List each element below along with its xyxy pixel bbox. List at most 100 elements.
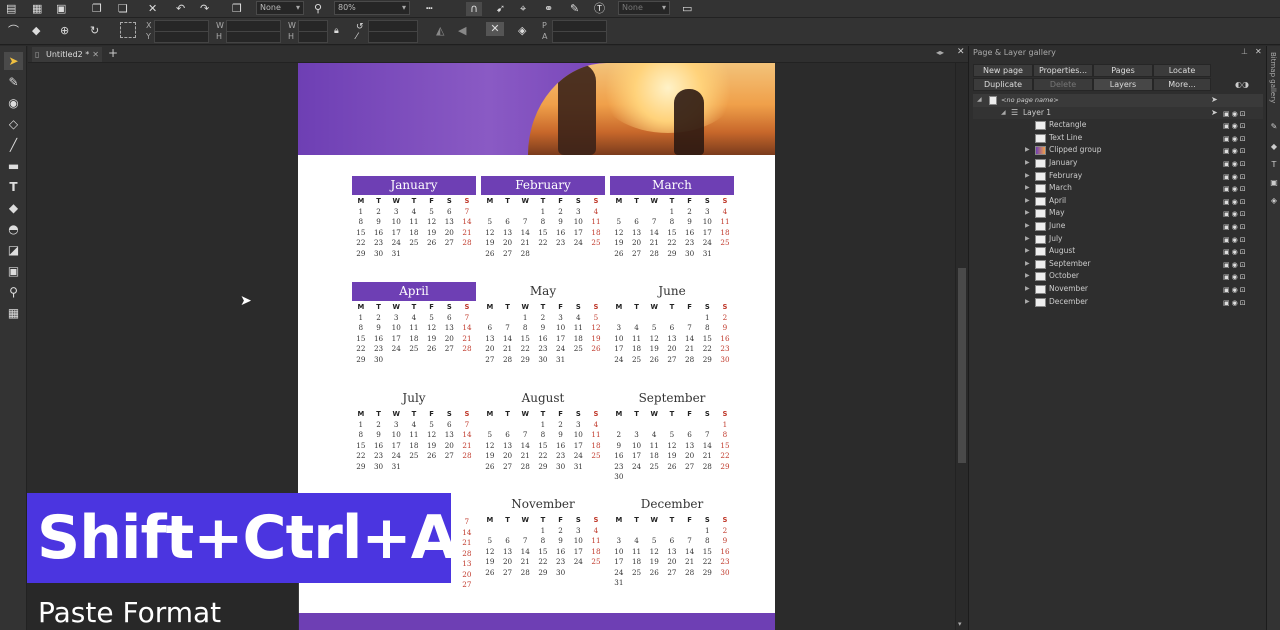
- close-panel-icon[interactable]: ✕: [1255, 47, 1262, 56]
- layer-view-icon[interactable]: ◐◑: [1235, 80, 1249, 89]
- expand-arrow-icon[interactable]: ▶: [1025, 245, 1030, 258]
- shadow-tool-icon[interactable]: ◪: [4, 241, 23, 259]
- fill-gallery-icon[interactable]: ◆: [1269, 142, 1279, 151]
- properties-button[interactable]: Properties...: [1033, 64, 1093, 77]
- new-file-icon[interactable]: ▤: [6, 2, 16, 16]
- layer-pointer-icon[interactable]: ➤: [1211, 107, 1218, 120]
- close-tab-icon[interactable]: ✕: [92, 47, 99, 62]
- zoom-combo[interactable]: 80%: [334, 1, 410, 15]
- close-document-icon[interactable]: ✕: [957, 47, 965, 57]
- layer-item[interactable]: ▶ November ▣◉⊡: [973, 283, 1263, 296]
- flip-horizontal-icon[interactable]: ◭: [436, 24, 444, 38]
- bitmap-gallery-tab[interactable]: Bitmap gallery: [1269, 52, 1277, 103]
- clipart-gallery-icon[interactable]: ▣: [1269, 178, 1279, 187]
- duplicate-button[interactable]: Duplicate: [973, 78, 1033, 91]
- text-tool-icon[interactable]: T: [4, 178, 23, 196]
- layer-item[interactable]: ▶ January ▣◉⊡: [973, 157, 1263, 170]
- selector-tool-icon[interactable]: ➤: [4, 52, 23, 70]
- expand-arrow-icon[interactable]: ▶: [1025, 207, 1030, 220]
- no-transform-icon[interactable]: ✕: [486, 22, 504, 36]
- layer-item[interactable]: ▶ March ▣◉⊡: [973, 182, 1263, 195]
- text-tool-icon[interactable]: Ⓣ: [594, 2, 605, 16]
- expand-arrow-icon[interactable]: ▶: [1025, 144, 1030, 157]
- layer-item[interactable]: ▶ June ▣◉⊡: [973, 220, 1263, 233]
- freehand-tool-icon[interactable]: ✎: [4, 73, 23, 91]
- layer-item[interactable]: ▶ October ▣◉⊡: [973, 270, 1263, 283]
- a-field[interactable]: [552, 31, 607, 43]
- more-button[interactable]: More...: [1153, 78, 1211, 91]
- height-field[interactable]: [226, 31, 281, 43]
- layer-item[interactable]: ▶ April ▣◉⊡: [973, 195, 1263, 208]
- new-page-button[interactable]: New page: [973, 64, 1033, 77]
- layer-item[interactable]: ▶ Februray ▣◉⊡: [973, 170, 1263, 183]
- shape-editor-icon[interactable]: ⊕: [60, 24, 69, 38]
- layer-item[interactable]: ▶ May ▣◉⊡: [973, 207, 1263, 220]
- style-combo[interactable]: None: [618, 1, 670, 15]
- delete-icon[interactable]: ✕: [148, 2, 157, 16]
- expand-arrow-icon[interactable]: ▶: [1025, 157, 1030, 170]
- expand-arrow-icon[interactable]: ▶: [1025, 182, 1030, 195]
- layer-item[interactable]: Rectangle ▣◉⊡: [973, 119, 1263, 132]
- rotate-icon[interactable]: ↻: [90, 24, 99, 38]
- fill-tool-icon[interactable]: ◆: [4, 199, 23, 217]
- expand-arrow-icon[interactable]: ▶: [1025, 270, 1030, 283]
- item-actions[interactable]: ▣◉⊡: [1223, 297, 1248, 310]
- vertical-scrollbar[interactable]: ▾: [955, 63, 968, 630]
- transparency-tool-icon[interactable]: ◓: [4, 220, 23, 238]
- page-row[interactable]: ◢ <no page name> ➤: [973, 94, 1263, 107]
- save-icon[interactable]: ▣: [56, 2, 66, 16]
- layer-item[interactable]: ▶ December ▣◉⊡: [973, 296, 1263, 309]
- grid-tool-icon[interactable]: ▦: [4, 304, 23, 322]
- scroll-thumb[interactable]: [958, 268, 966, 463]
- delete-button[interactable]: Delete: [1033, 78, 1093, 91]
- link-icon[interactable]: ⚭: [544, 2, 553, 16]
- bevel-tool-icon[interactable]: ▣: [4, 262, 23, 280]
- expand-arrow-icon[interactable]: ▶: [1025, 296, 1030, 309]
- lock-aspect-icon[interactable]: 🔒︎: [334, 24, 339, 38]
- layer-item[interactable]: ▶ Clipped group ▣◉⊡: [973, 144, 1263, 157]
- open-file-icon[interactable]: ▦: [32, 2, 42, 16]
- quality-combo[interactable]: None: [256, 1, 304, 15]
- magnet-icon[interactable]: ⌖: [520, 2, 526, 16]
- text-gallery-icon[interactable]: T: [1269, 160, 1279, 169]
- rectangle-tool-icon[interactable]: ▬: [4, 157, 23, 175]
- expand-arrow-icon[interactable]: ▶: [1025, 195, 1030, 208]
- selection-bounds-icon[interactable]: [120, 22, 136, 38]
- eraser-tool-icon[interactable]: ◇: [4, 115, 23, 133]
- tab-untitled2[interactable]: ▯ Untitled2 * ✕: [32, 47, 102, 62]
- collapse-arrow-icon[interactable]: ◢: [977, 94, 982, 107]
- expand-arrow-icon[interactable]: ▶: [1025, 283, 1030, 296]
- pen-tool-icon[interactable]: ╱: [4, 136, 23, 154]
- photo-tool-icon[interactable]: ◉: [4, 94, 23, 112]
- layer-row[interactable]: ◢ ☰ Layer 1 ➤ ▣◉⊡: [973, 106, 1263, 120]
- skew-field[interactable]: [368, 31, 418, 43]
- height-percent-field[interactable]: [298, 31, 328, 43]
- zoom-icon[interactable]: ⚲: [314, 2, 322, 16]
- redo-icon[interactable]: ↷: [200, 2, 209, 16]
- expand-arrow-icon[interactable]: ▶: [1025, 170, 1030, 183]
- zoom-slider-icon[interactable]: ┅: [426, 2, 433, 16]
- curve-icon[interactable]: ⌒: [8, 24, 19, 38]
- undo-icon[interactable]: ↶: [176, 2, 185, 16]
- panel-toggle-icon[interactable]: ▭: [682, 2, 692, 16]
- duplicate-icon[interactable]: ❒: [232, 2, 242, 16]
- expand-arrow-icon[interactable]: ▶: [1025, 233, 1030, 246]
- pin-icon[interactable]: ⊥: [1241, 47, 1248, 56]
- locate-button[interactable]: Locate: [1153, 64, 1211, 77]
- layer-item[interactable]: ▶ September ▣◉⊡: [973, 258, 1263, 271]
- color-gallery-icon[interactable]: ◈: [1269, 196, 1279, 205]
- color-picker-icon[interactable]: ✎: [570, 2, 579, 16]
- snap-icon[interactable]: ∩: [466, 2, 482, 16]
- tab-scroll-icon[interactable]: ◂▸: [936, 48, 944, 57]
- layers-button[interactable]: Layers: [1093, 78, 1153, 91]
- copy-icon[interactable]: ❐: [92, 2, 102, 16]
- expand-arrow-icon[interactable]: ▶: [1025, 258, 1030, 271]
- push-icon[interactable]: ➹: [496, 2, 505, 16]
- paste-icon[interactable]: ❏: [118, 2, 128, 16]
- layer-item[interactable]: ▶ July ▣◉⊡: [973, 233, 1263, 246]
- tag-icon[interactable]: ◈: [518, 24, 526, 38]
- layer-item[interactable]: ▶ August ▣◉⊡: [973, 245, 1263, 258]
- pen-gallery-icon[interactable]: ✎: [1269, 122, 1279, 131]
- new-tab-icon[interactable]: +: [108, 46, 118, 60]
- layer-collapse-icon[interactable]: ◢: [1001, 107, 1006, 120]
